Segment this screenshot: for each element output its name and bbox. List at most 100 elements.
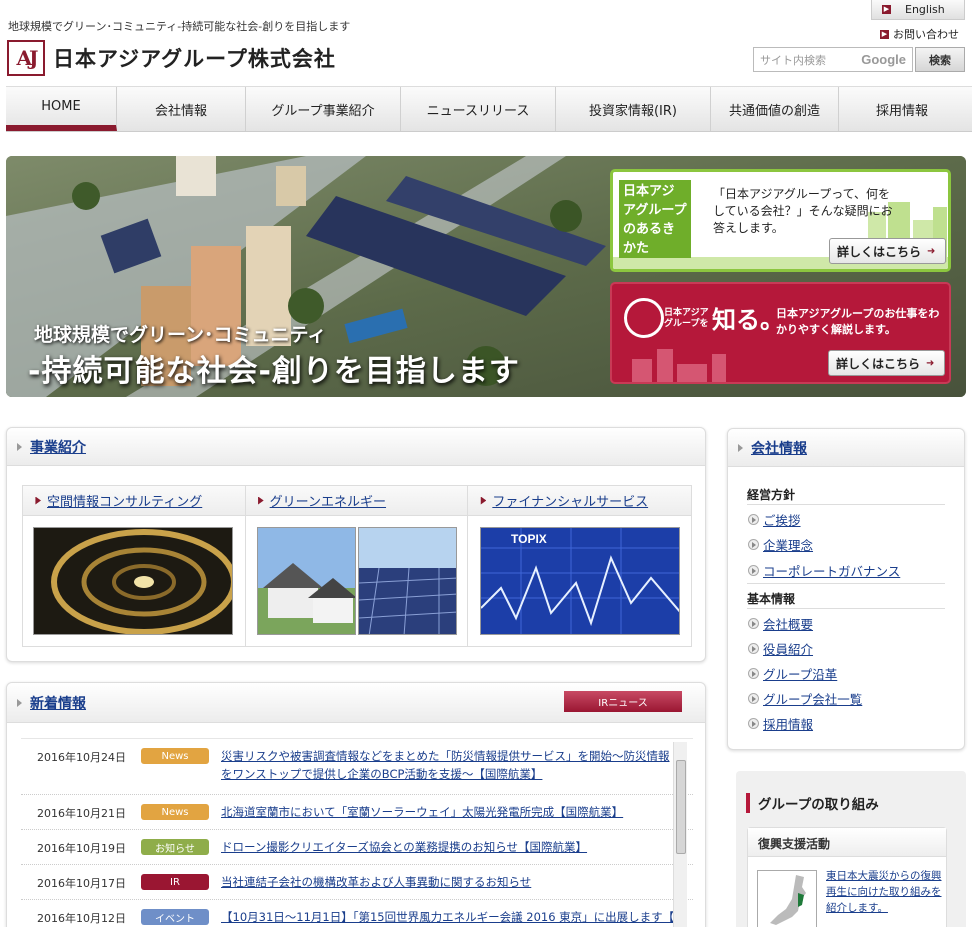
- search-placeholder: サイト内検索: [760, 53, 826, 67]
- banner2-detail-button[interactable]: 詳しくはこちら ➜: [828, 350, 945, 376]
- global-nav: HOME 会社情報 グループ事業紹介 ニュースリリース 投資家情報(IR) 共通…: [6, 86, 972, 132]
- news-scrollbar[interactable]: [673, 742, 687, 927]
- link-officers[interactable]: 役員紹介: [748, 639, 813, 658]
- nav-business[interactable]: グループ事業紹介: [246, 87, 401, 131]
- link-governance[interactable]: コーポレートガバナンス: [748, 561, 900, 580]
- contact-label: お問い合わせ: [893, 28, 959, 41]
- arrow-circle-icon: [748, 668, 759, 679]
- detail-button-label: 詳しくはこちら: [835, 356, 920, 371]
- google-logo: Google: [861, 52, 906, 67]
- news-link[interactable]: 北海道室蘭市において「室蘭ソーラーウェイ」太陽光発電所完成【国際航業】: [221, 803, 673, 821]
- recovery-card[interactable]: 復興支援活動 東日本大震災からの復興再生に向けた取り組みを紹介します。: [747, 827, 947, 927]
- panel-header: 会社情報: [728, 429, 964, 467]
- site-search: サイト内検索 Google 検索: [753, 47, 965, 72]
- company-title[interactable]: 会社情報: [751, 438, 807, 458]
- arrow-right-icon: ▶: [882, 5, 891, 14]
- link-philosophy[interactable]: 企業理念: [748, 535, 813, 554]
- triangle-icon: [738, 443, 743, 452]
- magnifier-icon: [624, 298, 664, 338]
- link-group-companies[interactable]: グループ会社一覧: [748, 689, 862, 708]
- banner2-text: 日本アジアグループのお仕事をわかりやすく解説します。: [776, 307, 940, 336]
- solar-panels-image[interactable]: [358, 527, 457, 635]
- topix-chart-image[interactable]: TOPIX: [480, 527, 680, 635]
- banner2-small: 日本アジアグループを: [664, 308, 709, 329]
- news-badge: お知らせ: [141, 839, 209, 855]
- hero-banner: 地球規模でグリーン･コミュニティ -持続可能な社会-創りを目指します 日本アジア…: [6, 156, 966, 397]
- link-profile[interactable]: 会社概要: [748, 614, 813, 633]
- divider: [747, 608, 945, 609]
- arrow-circle-icon: [748, 643, 759, 654]
- banner-about-group[interactable]: 日本アジアグループのあるきかた 「日本アジアグループって、何をしている会社？」そ…: [610, 169, 951, 272]
- search-button[interactable]: 検索: [915, 47, 965, 72]
- news-date: 2016年10月21日: [37, 807, 126, 820]
- link-greeting[interactable]: ご挨拶: [748, 510, 801, 529]
- news-link[interactable]: ドローン撮影クリエイターズ協会との業務提携のお知らせ【国際航業】: [221, 838, 673, 856]
- english-label: English: [905, 3, 945, 16]
- arrow-circle-icon: [748, 693, 759, 704]
- arrow-circle-icon: [748, 514, 759, 525]
- news-badge: IR: [141, 874, 209, 890]
- tunnel-image[interactable]: [33, 527, 233, 635]
- business-link-green-energy[interactable]: グリーンエネルギー: [270, 491, 386, 510]
- business-link-financial[interactable]: ファイナンシャルサービス: [492, 491, 648, 510]
- recovery-link[interactable]: 東日本大震災からの復興再生に向けた取り組みを紹介します。: [826, 868, 944, 916]
- contact-link[interactable]: ▶ お問い合わせ: [880, 26, 959, 42]
- search-input[interactable]: サイト内検索 Google: [753, 47, 913, 72]
- nav-news[interactable]: ニュースリリース: [401, 87, 556, 131]
- news-date: 2016年10月24日: [37, 751, 126, 764]
- topix-label: TOPIX: [511, 532, 547, 546]
- news-item: 2016年10月19日 お知らせ ドローン撮影クリエイターズ協会との業務提携のお…: [21, 830, 693, 865]
- banner1-detail-button[interactable]: 詳しくはこちら ➜: [829, 238, 946, 264]
- scrollbar-thumb[interactable]: [676, 760, 686, 854]
- business-panel: 事業紹介 空間情報コンサルティング グリーンエネルギー ファイナンシャルサービス…: [6, 427, 706, 662]
- business-title[interactable]: 事業紹介: [30, 437, 86, 457]
- arrow-circle-icon: [748, 539, 759, 550]
- news-link[interactable]: 【10月31日～11月1日】「第15回世界風力エネルギー会議 2016 東京」に…: [221, 908, 673, 926]
- nav-ir[interactable]: 投資家情報(IR): [556, 87, 711, 131]
- divider: [747, 583, 945, 584]
- hero-copy-line1: 地球規模でグリーン･コミュニティ: [34, 324, 327, 346]
- banner1-text: 「日本アジアグループって、何をしている会社？」そんな疑問にお答えします。: [713, 187, 893, 235]
- company-logo[interactable]: AJ 日本アジアグループ株式会社: [7, 40, 336, 76]
- skyline-image: [632, 349, 726, 382]
- news-item: 2016年10月12日 イベント 【10月31日～11月1日】「第15回世界風力…: [21, 900, 693, 927]
- nav-csv[interactable]: 共通価値の創造: [711, 87, 839, 131]
- arrow-right-icon: ➜: [926, 357, 935, 369]
- banner1-label: 日本アジアグループのあるきかた: [619, 180, 691, 258]
- triangle-icon: [17, 698, 22, 707]
- arrow-circle-icon: [748, 718, 759, 729]
- news-badge: イベント: [141, 909, 209, 925]
- japan-map-image: [757, 870, 817, 927]
- logo-mark: AJ: [7, 40, 45, 76]
- news-link[interactable]: 災害リスクや被害調査情報などをまとめた「防災情報提供サービス」を開始～防災情報を…: [221, 747, 673, 783]
- houses-image[interactable]: [257, 527, 356, 635]
- arrow-circle-icon: [748, 618, 759, 629]
- group-efforts-title: グループの取り組み: [746, 793, 879, 813]
- arrow-right-icon: ▶: [880, 29, 889, 39]
- news-badge: News: [141, 804, 209, 820]
- nav-home[interactable]: HOME: [6, 87, 117, 131]
- link-history[interactable]: グループ沿革: [748, 664, 837, 683]
- arrow-circle-icon: [748, 565, 759, 576]
- hero-copy-line2: -持続可能な社会-創りを目指します: [28, 354, 520, 389]
- divider: [747, 504, 945, 505]
- link-recruit[interactable]: 採用情報: [748, 714, 813, 733]
- banner-know-group[interactable]: 日本アジアグループを 知る。 日本アジアグループのお仕事をわかりやすく解説します…: [610, 282, 951, 384]
- news-item: 2016年10月21日 News 北海道室蘭市において「室蘭ソーラーウェイ」太陽…: [21, 795, 693, 830]
- ir-news-tab[interactable]: IRニュース: [564, 691, 682, 712]
- news-badge: News: [141, 748, 209, 764]
- news-date: 2016年10月17日: [37, 877, 126, 890]
- news-link[interactable]: 当社連結子会社の機構改革および人事異動に関するお知らせ: [221, 873, 673, 891]
- business-link-geospatial[interactable]: 空間情報コンサルティング: [47, 491, 202, 510]
- panel-header: 事業紹介: [7, 428, 705, 466]
- company-info-panel: 会社情報 経営方針 ご挨拶 企業理念 コーポレートガバナンス 基本情報 会社概要…: [727, 428, 965, 750]
- news-date: 2016年10月12日: [37, 912, 126, 925]
- news-list: 2016年10月24日 News 災害リスクや被害調査情報などをまとめた「防災情…: [21, 738, 693, 927]
- nav-company[interactable]: 会社情報: [117, 87, 246, 131]
- group-efforts-box: グループの取り組み 復興支援活動 東日本大震災からの復興再生に向けた取り組みを紹…: [736, 771, 966, 927]
- news-item: 2016年10月17日 IR 当社連結子会社の機構改革および人事異動に関するお知…: [21, 865, 693, 900]
- english-button[interactable]: ▶ English: [871, 0, 965, 20]
- triangle-icon: [35, 496, 41, 505]
- nav-recruit[interactable]: 採用情報: [839, 87, 965, 131]
- news-title[interactable]: 新着情報: [30, 693, 86, 713]
